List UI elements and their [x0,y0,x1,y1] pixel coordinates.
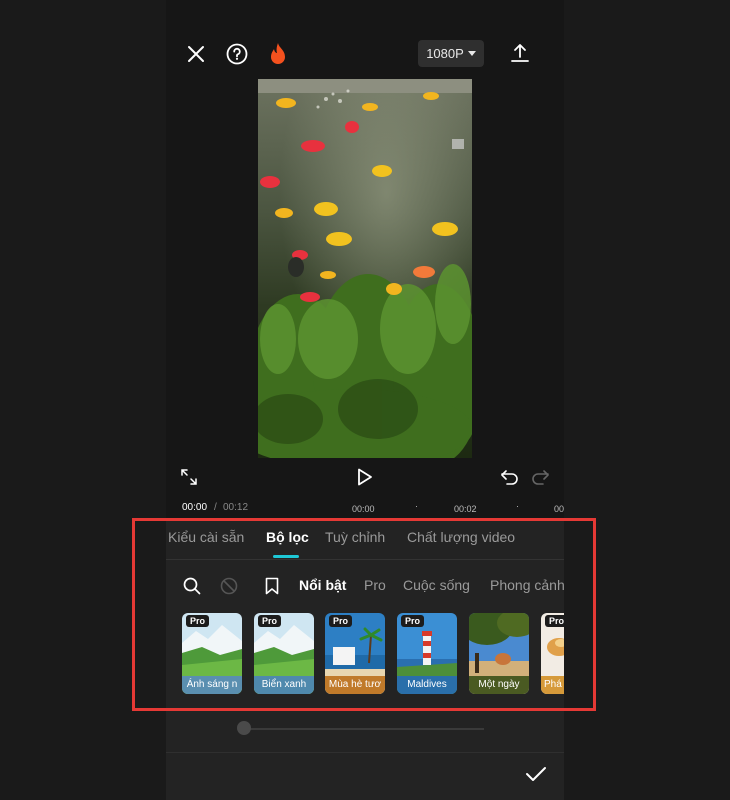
timeline-mark: 00:00 [352,504,375,514]
play-icon[interactable] [355,466,375,488]
timeline-header: 00:00 / 00:12 00:00 · 00:02 · 00 [166,499,564,517]
timeline-dot: · [415,501,418,511]
total-time: 00:12 [223,502,249,513]
help-icon[interactable] [224,41,250,67]
caret-down-icon [467,51,476,56]
timeline-mark: 00:02 [454,504,477,514]
timeline-mark: 00 [554,504,564,514]
timeline-dot: · [516,501,519,511]
intensity-slider-track[interactable] [244,728,484,730]
resolution-dropdown[interactable]: 1080P [418,40,484,67]
fullscreen-icon[interactable] [180,468,198,486]
resolution-label: 1080P [426,46,464,61]
redo-icon[interactable] [530,468,550,486]
intensity-slider-knob[interactable] [237,721,251,735]
divider [166,752,564,753]
video-preview[interactable] [258,79,472,458]
player-controls [166,462,564,494]
flame-icon[interactable] [266,40,290,68]
checkmark-icon[interactable] [524,764,548,784]
upload-icon[interactable] [508,40,532,66]
highlight-box [132,518,596,711]
current-time: 00:00 [182,502,208,513]
time-separator: / [214,502,217,513]
undo-icon[interactable] [500,468,520,486]
close-icon[interactable] [184,42,208,66]
top-bar: 1080P [166,0,564,78]
